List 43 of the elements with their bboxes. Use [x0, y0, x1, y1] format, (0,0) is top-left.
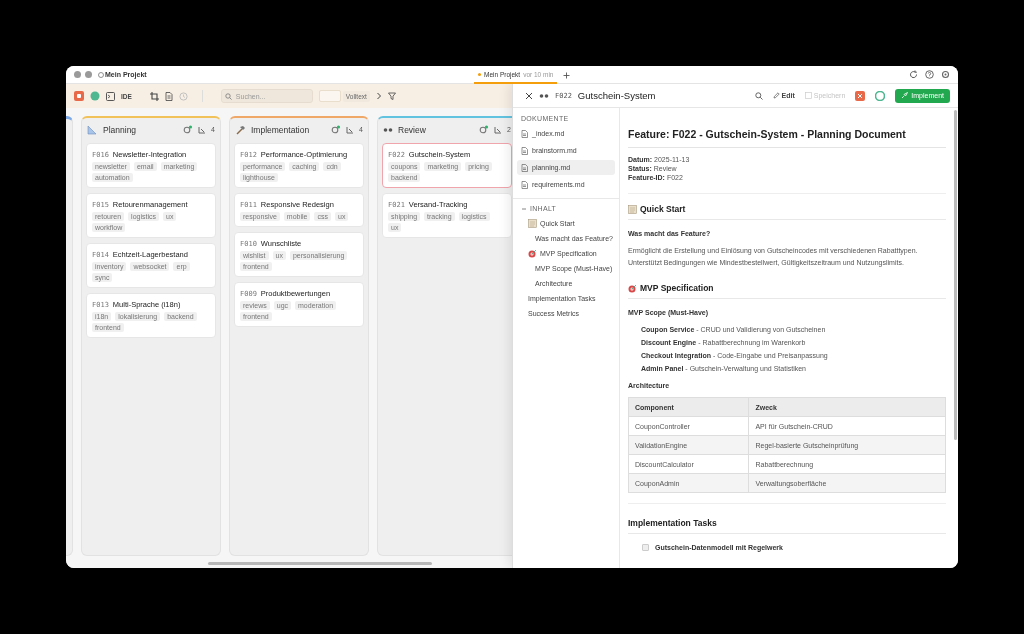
file-icon	[521, 129, 528, 138]
search-icon[interactable]	[754, 91, 763, 100]
search-mode-toggle[interactable]	[318, 90, 341, 102]
file-icon	[521, 146, 528, 155]
file-icon	[521, 163, 528, 172]
save-icon	[804, 92, 812, 99]
add-icon[interactable]	[563, 71, 571, 79]
terminal-icon[interactable]	[106, 91, 115, 101]
notebook-icon	[528, 219, 537, 228]
rocket-icon	[901, 92, 909, 99]
app-icon[interactable]	[855, 90, 866, 101]
section-heading: Implementation Tasks	[628, 518, 717, 528]
crop-icon[interactable]	[149, 91, 159, 101]
chevron-right-icon[interactable]	[375, 92, 382, 100]
filter-icon[interactable]	[387, 92, 396, 100]
document-icon[interactable]	[164, 91, 173, 101]
ruler-icon	[87, 124, 98, 135]
target-icon	[628, 283, 637, 293]
hammer-icon	[235, 124, 246, 135]
pencil-icon	[772, 92, 780, 99]
section-heading: Quick Start	[640, 204, 686, 214]
notebook-icon	[628, 204, 637, 214]
file-icon	[521, 180, 528, 189]
eyes-icon	[539, 92, 549, 99]
column-title: Planning	[103, 124, 137, 135]
column-title: Implementation	[251, 124, 310, 135]
target-icon	[528, 249, 537, 258]
help-icon[interactable]	[925, 70, 934, 79]
section-heading: MVP Specification	[640, 283, 714, 293]
column-title: Review	[398, 124, 426, 135]
scrollbar-thumb[interactable]	[208, 562, 432, 565]
app-icon[interactable]	[74, 91, 84, 101]
checkbox[interactable]	[642, 544, 649, 551]
eyes-icon	[383, 126, 393, 133]
circle-icon	[98, 71, 104, 78]
feature-title: Gutschein-System	[577, 90, 656, 101]
assistant-icon[interactable]	[875, 90, 886, 101]
assistant-icon[interactable]	[90, 91, 100, 101]
scrollbar-thumb[interactable]	[954, 110, 957, 440]
close-icon[interactable]	[525, 91, 533, 100]
document-title: Feature: F022 - Gutschein-System - Planning Document	[628, 128, 946, 148]
refresh-icon[interactable]	[909, 70, 918, 79]
search-icon	[224, 93, 232, 100]
